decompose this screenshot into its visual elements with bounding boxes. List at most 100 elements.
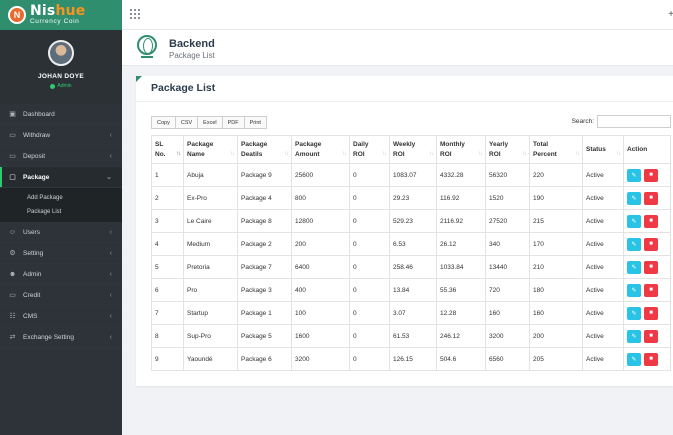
sidebar-item-exchange-setting[interactable]: ⇄ Exchange Setting ‹ xyxy=(0,327,122,348)
pdf-button[interactable]: PDF xyxy=(221,116,245,129)
column-header[interactable]: Package Deatils ↑↓ xyxy=(237,135,292,164)
edit-button[interactable]: ✎ xyxy=(627,283,641,297)
trash-icon: ■ xyxy=(649,218,653,224)
wallet-icon: ▭ xyxy=(9,132,16,139)
column-header[interactable]: Status ↑↓ xyxy=(582,135,624,164)
table-cell: 3200 xyxy=(291,347,350,371)
coin-logo-icon: N xyxy=(8,6,26,24)
edit-button[interactable]: ✎ xyxy=(627,237,641,251)
delete-button[interactable]: ■ xyxy=(644,237,658,251)
delete-button[interactable]: ■ xyxy=(644,329,658,343)
delete-button[interactable]: ■ xyxy=(644,352,658,366)
column-header[interactable]: Yearly ROI ↑↓ xyxy=(485,135,530,164)
table-cell: Active xyxy=(582,186,624,210)
edit-button[interactable]: ✎ xyxy=(627,329,641,343)
delete-button[interactable]: ■ xyxy=(644,168,658,182)
admin-icon: ☻ xyxy=(8,270,17,278)
column-header[interactable]: Package Amount ↑↓ xyxy=(291,135,350,164)
chevron-down-icon: ⌄ xyxy=(106,174,112,181)
submenu-item-package-list[interactable]: Package List xyxy=(0,205,122,219)
search-label: Search: xyxy=(571,118,594,125)
table-cell: Ex-Pro xyxy=(183,186,238,210)
brand-logo[interactable]: N Nishue Currency Coin xyxy=(0,0,122,30)
delete-button[interactable]: ■ xyxy=(644,260,658,274)
column-header[interactable]: SL No. ↑↓ xyxy=(151,135,184,164)
sidebar-item-label: CMS xyxy=(23,312,38,320)
edit-button[interactable]: ✎ xyxy=(627,352,641,366)
sidebar-item-credit[interactable]: ▭ Credit ‹ xyxy=(0,285,122,306)
column-header-line: Daily xyxy=(353,141,369,149)
table-cell: Active xyxy=(582,347,624,371)
sidebar-item-deposit[interactable]: ▭ Deposit ‹ xyxy=(0,146,122,167)
column-header[interactable]: Weekly ROI ↑↓ xyxy=(389,135,437,164)
edit-button[interactable]: ✎ xyxy=(627,168,641,182)
table-row: 1 Abuja Package 9 25600 0 1083.07 4332.28 56320… xyxy=(151,163,671,187)
table-cell: Le Caire xyxy=(183,209,238,233)
sidebar-item-admin[interactable]: ☻ Admin ‹ xyxy=(0,264,122,285)
edit-button[interactable]: ✎ xyxy=(627,306,641,320)
table-cell: 200 xyxy=(291,232,350,256)
delete-button[interactable]: ■ xyxy=(644,214,658,228)
table-cell: 200 xyxy=(529,324,583,348)
settings-icon: ⚙ xyxy=(9,250,16,257)
sort-icon: ↑↓ xyxy=(382,150,387,157)
sidebar-item-users[interactable]: ☺ Users ‹ xyxy=(0,222,122,243)
chevron-left-icon: ‹ xyxy=(109,270,112,278)
column-header[interactable]: Package Name ↑↓ xyxy=(183,135,238,164)
sidebar-item-setting[interactable]: ⚙ Setting ‹ xyxy=(0,243,122,264)
edit-button[interactable]: ✎ xyxy=(627,191,641,205)
table-cell: Medium xyxy=(183,232,238,256)
table-cell: 126.15 xyxy=(389,347,437,371)
table-cell: Package 6 xyxy=(237,347,292,371)
table-cell: 160 xyxy=(529,301,583,325)
chevron-left-icon: ‹ xyxy=(109,291,112,299)
delete-button[interactable]: ■ xyxy=(644,191,658,205)
online-status-icon xyxy=(50,83,56,89)
credit-icon: ▭ xyxy=(9,292,16,299)
table-cell: 3200 xyxy=(485,324,530,348)
table-cell: Package 3 xyxy=(237,278,292,302)
table-cell: 29.23 xyxy=(389,186,437,210)
trash-icon: ■ xyxy=(649,241,653,247)
apps-grid-icon[interactable] xyxy=(130,9,140,19)
plus-icon[interactable]: + xyxy=(668,9,673,20)
column-header-line: ROI xyxy=(393,150,405,158)
column-header[interactable]: Monthly ROI ↑↓ xyxy=(436,135,486,164)
sort-icon: ↑↓ xyxy=(230,150,235,157)
column-header-line: Amount xyxy=(295,150,320,158)
submenu-item-add-package[interactable]: Add Package xyxy=(0,191,122,205)
column-header-line: ROI xyxy=(489,150,501,158)
chevron-left-icon: ‹ xyxy=(109,131,112,139)
edit-button[interactable]: ✎ xyxy=(627,214,641,228)
sort-icon: ↑↓ xyxy=(522,150,527,157)
deposit-icon: ▭ xyxy=(9,153,16,160)
trash-icon: ■ xyxy=(649,287,653,293)
chevron-left-icon: ‹ xyxy=(109,249,112,257)
csv-button[interactable]: CSV xyxy=(174,116,199,129)
excel-button[interactable]: Excel xyxy=(197,116,223,129)
edit-button[interactable]: ✎ xyxy=(627,260,641,274)
column-header[interactable]: Total Percent ↑↓ xyxy=(529,135,583,164)
table-cell: 12800 xyxy=(291,209,350,233)
table-cell: 1083.07 xyxy=(389,163,437,187)
table-cell: 1600 xyxy=(291,324,350,348)
sidebar-item-package[interactable]: ▢ Package ⌄ xyxy=(0,167,122,188)
column-header-line: Weekly xyxy=(393,141,416,149)
sidebar-item-cms[interactable]: ☷ CMS ‹ xyxy=(0,306,122,327)
search-input[interactable] xyxy=(597,115,671,128)
table-cell: Active xyxy=(582,255,624,279)
topbar: + xyxy=(122,0,673,30)
table-cell: 13.84 xyxy=(389,278,437,302)
copy-button[interactable]: Copy xyxy=(151,116,176,129)
pencil-icon: ✎ xyxy=(631,264,637,271)
sidebar-item-withdraw[interactable]: ▭ Withdraw ‹ xyxy=(0,125,122,146)
print-button[interactable]: Print xyxy=(243,116,267,129)
delete-button[interactable]: ■ xyxy=(644,283,658,297)
table-cell: 61.53 xyxy=(389,324,437,348)
delete-button[interactable]: ■ xyxy=(644,306,658,320)
sidebar-item-dashboard[interactable]: ▣ Dashboard xyxy=(0,104,122,125)
column-header[interactable]: Action xyxy=(623,135,671,164)
column-header[interactable]: Daily ROI ↑↓ xyxy=(349,135,390,164)
page-subtitle: Package List xyxy=(169,51,215,60)
avatar[interactable] xyxy=(48,40,74,66)
